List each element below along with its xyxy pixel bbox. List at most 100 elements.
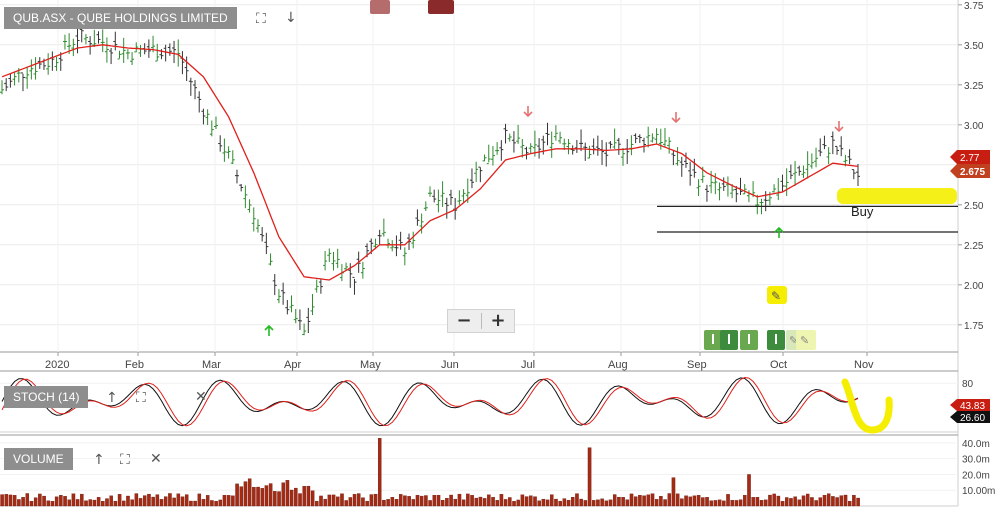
close-icon[interactable]: ✕ (195, 389, 207, 405)
volume-bar (411, 499, 416, 507)
volume-bar (126, 495, 130, 507)
volume-bar (743, 495, 747, 507)
volume-bar (726, 494, 730, 507)
expand-icon[interactable]: ⛶ (120, 452, 130, 468)
volume-bar (705, 497, 709, 507)
volume-bar (650, 493, 655, 507)
volume-bar (361, 497, 365, 507)
price-tick-label: 3.00 (964, 121, 984, 132)
arrow-up-icon[interactable]: ↑ (93, 452, 105, 468)
volume-bar (398, 494, 403, 507)
volume-bar (163, 496, 168, 507)
volume-bar (25, 493, 30, 507)
volume-bar (323, 498, 327, 507)
volume-bar (122, 500, 126, 507)
month-tick-label: Jul (521, 359, 535, 371)
volume-bar (847, 500, 852, 507)
zoom-controls: − + (447, 309, 515, 333)
volume-bar (688, 496, 693, 507)
ma-price-value: 2.77 (960, 153, 980, 164)
volume-bar (608, 499, 613, 507)
volume-bar (717, 499, 722, 507)
volume-bar (428, 500, 432, 507)
volume-bar (470, 495, 474, 507)
volume-bar (67, 499, 71, 507)
volume-bar (524, 496, 529, 507)
volume-bar (839, 495, 844, 507)
event-marker-glyph (712, 334, 714, 344)
volume-bar (537, 500, 541, 507)
volume-bar (113, 500, 118, 507)
volume-bar (184, 494, 189, 507)
chart-workspace: 1.752.002.252.502.753.003.253.503.752020… (0, 0, 1008, 516)
stoch-d-value: 43.83 (960, 401, 985, 412)
stoch-tick-label: 80 (962, 379, 974, 390)
volume-bar (801, 495, 806, 507)
volume-bar (29, 500, 34, 507)
volume-tick-label: 20.0m (962, 470, 990, 481)
volume-bar (155, 494, 160, 507)
close-icon[interactable]: ✕ (150, 451, 162, 467)
volume-bar (239, 486, 244, 507)
arrow-up-icon[interactable]: ↑ (106, 390, 118, 406)
volume-bar (499, 494, 504, 507)
volume-bar (172, 497, 176, 507)
volume-bar (369, 494, 374, 507)
volume-bar (466, 493, 470, 507)
volume-bar (503, 499, 508, 507)
volume-bar (365, 500, 369, 507)
volume-bar (205, 495, 210, 507)
volume-bar (294, 487, 298, 507)
volume-bar (768, 494, 772, 507)
volume-bar (88, 499, 92, 507)
volume-panel-title: VOLUME (4, 448, 73, 470)
volume-bar (495, 500, 499, 507)
volume-bar (675, 493, 680, 507)
volume-bar (214, 500, 218, 507)
volume-bar (512, 501, 516, 507)
plus-icon[interactable]: + (482, 310, 514, 332)
price-tick-label: 2.00 (964, 281, 984, 292)
volume-bar (457, 493, 462, 507)
volume-bar (520, 494, 525, 507)
volume-bar (583, 500, 588, 507)
minus-icon[interactable]: − (448, 310, 480, 332)
volume-bar (147, 493, 151, 507)
volume-bar (8, 494, 13, 507)
event-marker[interactable] (428, 0, 454, 14)
volume-bar (856, 497, 860, 507)
stoch-panel-title: STOCH (14) (4, 386, 89, 408)
volume-bar (621, 497, 625, 507)
volume-bar (289, 489, 294, 507)
month-tick-label: 2020 (45, 359, 69, 371)
pencil-glyph: ✎ (800, 335, 809, 347)
arrow-down-icon[interactable]: ↓ (285, 10, 297, 26)
volume-bar (105, 498, 109, 507)
volume-bar (243, 481, 248, 507)
volume-bar (268, 483, 273, 507)
volume-bar (71, 493, 76, 507)
volume-bar (805, 493, 810, 507)
volume-bar (571, 496, 575, 507)
volume-bar (785, 497, 789, 507)
price-tick-label: 3.50 (964, 41, 984, 52)
volume-bar (59, 495, 63, 507)
volume-bar (273, 491, 277, 507)
volume-bar (415, 495, 420, 507)
stoch-highlight-mark (841, 378, 893, 434)
volume-bar (260, 488, 265, 507)
price-tick-label: 1.75 (964, 321, 984, 332)
volume-bar (315, 501, 319, 507)
chart-canvas[interactable]: 1.752.002.252.502.753.003.253.503.752020… (0, 0, 1008, 516)
volume-bar (231, 495, 235, 507)
price-panel-title: QUB.ASX - QUBE HOLDINGS LIMITED (4, 7, 237, 29)
expand-icon[interactable]: ⛶ (136, 390, 146, 406)
volume-bar (38, 493, 42, 507)
volume-bar (285, 480, 290, 507)
event-marker-glyph (728, 334, 730, 344)
event-marker[interactable] (370, 0, 390, 14)
volume-bar (692, 495, 697, 507)
volume-bar (646, 494, 651, 507)
expand-icon[interactable]: ⛶ (256, 11, 266, 27)
volume-bar (340, 493, 344, 507)
